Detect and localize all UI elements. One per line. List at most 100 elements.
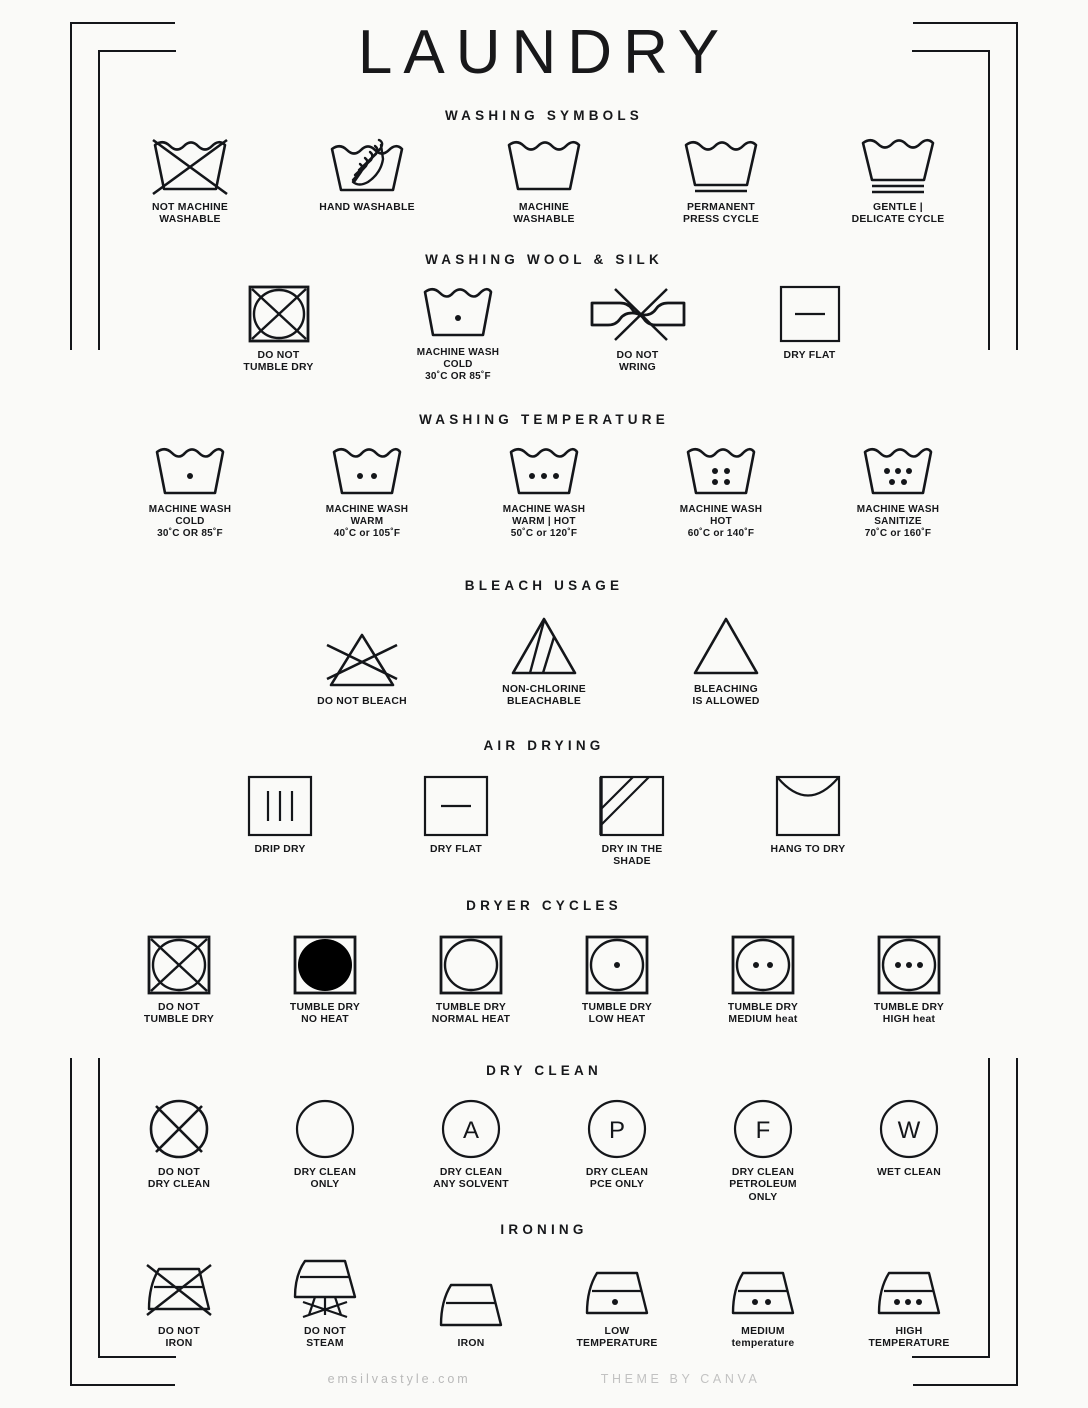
symbol-row: NOT MACHINE WASHABLE HAND WASHABLE MACHI… (0, 137, 1088, 227)
poster: LAUNDRY WASHING SYMBOLS NOT MACHINE WASH… (0, 0, 1088, 1408)
symbol-do-not-tumble-dry[interactable]: DO NOT TUMBLE DRY (124, 935, 234, 1027)
symbol-not-machine-washable[interactable]: NOT MACHINE WASHABLE (128, 137, 253, 227)
square-circle-one-dot-icon (585, 935, 649, 995)
symbol-label: DRY FLAT (429, 844, 483, 855)
symbol-hang-to-dry[interactable]: HANG TO DRY (753, 775, 863, 856)
circle-p-icon: P (586, 1098, 648, 1160)
symbol-tumble-dry-high[interactable]: TUMBLE DRY HIGH heat (854, 935, 964, 1027)
symbol-bleaching-allowed[interactable]: BLEACHING IS ALLOWED (666, 615, 786, 709)
symbol-dry-clean-only[interactable]: DRY CLEAN ONLY (270, 1098, 380, 1192)
symbol-permanent-press[interactable]: PERMANENT PRESS CYCLE (659, 137, 784, 227)
section-heading: DRY CLEAN (486, 1063, 602, 1078)
footer-website[interactable]: emsilvastyle.com (328, 1372, 471, 1386)
symbol-iron-high[interactable]: HIGH TEMPERATURE (854, 1267, 964, 1351)
symbol-iron[interactable]: IRON (416, 1279, 526, 1350)
symbol-wash-sanitize[interactable]: MACHINE WASH SANITIZE 70˚C or 160˚F (836, 445, 961, 539)
symbol-gentle-delicate[interactable]: GENTLE | DELICATE CYCLE (836, 137, 961, 227)
circle-f-icon: F (732, 1098, 794, 1160)
symbol-dry-clean-pce[interactable]: P DRY CLEAN PCE ONLY (562, 1098, 672, 1192)
symbol-do-not-tumble-dry-wool[interactable]: DO NOT TUMBLE DRY (224, 285, 334, 375)
square-circle-two-dot-icon (731, 935, 795, 995)
triangle-striped-icon (499, 615, 589, 677)
circle-icon (294, 1098, 356, 1160)
symbol-row: DO NOT TUMBLE DRY TUMBLE DRY NO HEAT TUM… (0, 935, 1088, 1027)
symbol-label: WET CLEAN (876, 1167, 941, 1178)
symbol-iron-medium[interactable]: MEDIUM temperature (708, 1267, 818, 1351)
square-shade-icon (599, 775, 665, 837)
page-title: LAUNDRY (357, 18, 731, 87)
symbol-wash-warm-hot[interactable]: MACHINE WASH WARM | HOT 50˚C or 120˚F (482, 445, 607, 539)
triangle-icon (681, 615, 771, 677)
symbol-label: DO NOT TUMBLE DRY (243, 350, 314, 374)
symbol-label: IRON (457, 1338, 485, 1350)
symbol-label: DO NOT WRING (616, 350, 659, 374)
symbol-machine-wash-cold-wool[interactable]: MACHINE WASH COLD 30˚C OR 85˚F (396, 285, 521, 382)
basin-one-bar-icon (680, 137, 762, 195)
basin-three-dot-icon (506, 445, 582, 497)
symbol-drip-dry[interactable]: DRIP DRY (225, 775, 335, 856)
circle-crossed-icon (148, 1098, 210, 1160)
symbol-row: DO NOT IRON DO NOT STEAM IRON LOW TEMPER… (0, 1257, 1088, 1351)
symbol-label: TUMBLE DRY MEDIUM heat (727, 1002, 799, 1026)
symbol-machine-washable[interactable]: MACHINE WASHABLE (482, 137, 607, 227)
symbol-label: MACHINE WASH WARM | HOT 50˚C or 120˚F (502, 504, 586, 539)
symbol-do-not-wring[interactable]: DO NOT WRING (583, 285, 693, 375)
symbol-iron-low[interactable]: LOW TEMPERATURE (562, 1267, 672, 1351)
symbol-dry-clean-petroleum[interactable]: F DRY CLEAN PETROLEUM ONLY (708, 1098, 818, 1204)
symbol-label: GENTLE | DELICATE CYCLE (851, 202, 945, 226)
square-circle-cross-icon (147, 935, 211, 995)
symbol-label: DRY CLEAN PCE ONLY (585, 1167, 649, 1191)
symbol-do-not-iron[interactable]: DO NOT IRON (124, 1259, 234, 1351)
symbol-dry-clean-any-solvent[interactable]: A DRY CLEAN ANY SOLVENT (416, 1098, 526, 1192)
symbol-wash-warm[interactable]: MACHINE WASH WARM 40˚C or 105˚F (305, 445, 430, 539)
symbol-row: DO NOT TUMBLE DRY MACHINE WASH COLD 30˚C… (0, 285, 1088, 382)
symbol-label: DRIP DRY (254, 844, 306, 855)
symbol-label: MACHINE WASH COLD 30˚C OR 85˚F (416, 347, 500, 382)
symbol-tumble-dry-low[interactable]: TUMBLE DRY LOW HEAT (562, 935, 672, 1027)
symbol-tumble-dry-no-heat[interactable]: TUMBLE DRY NO HEAT (270, 935, 380, 1027)
symbol-label: TUMBLE DRY HIGH heat (873, 1002, 945, 1026)
symbol-label: TUMBLE DRY LOW HEAT (581, 1002, 653, 1026)
triangle-crossed-icon (317, 627, 407, 689)
svg-text:F: F (756, 1117, 771, 1144)
footer: emsilvastyle.com THEME BY CANVA (0, 1372, 1088, 1386)
symbol-non-chlorine-bleach[interactable]: NON-CHLORINE BLEACHABLE (484, 615, 604, 709)
section-dryer-cycles: DRYER CYCLES DO NOT TUMBLE DRY TUMBLE DR… (0, 898, 1088, 1027)
square-circle-cross-icon (248, 285, 310, 343)
svg-text:P: P (609, 1117, 625, 1144)
symbol-row: MACHINE WASH COLD 30˚C OR 85˚F MACHINE W… (0, 445, 1088, 539)
section-heading: BLEACH USAGE (464, 578, 624, 593)
symbol-label: PERMANENT PRESS CYCLE (682, 202, 760, 226)
section-heading: WASHING SYMBOLS (444, 108, 643, 123)
symbol-wash-cold[interactable]: MACHINE WASH COLD 30˚C OR 85˚F (128, 445, 253, 539)
svg-text:W: W (898, 1117, 921, 1144)
symbol-tumble-dry-medium[interactable]: TUMBLE DRY MEDIUM heat (708, 935, 818, 1027)
symbol-label: HIGH TEMPERATURE (868, 1326, 950, 1350)
symbol-do-not-dry-clean[interactable]: DO NOT DRY CLEAN (124, 1098, 234, 1192)
circle-w-icon: W (878, 1098, 940, 1160)
section-bleach-usage: BLEACH USAGE DO NOT BLEACH NON-CHLORINE … (0, 578, 1088, 709)
symbol-dry-flat-wool[interactable]: DRY FLAT (755, 285, 865, 362)
symbol-do-not-bleach[interactable]: DO NOT BLEACH (302, 627, 422, 708)
symbol-tumble-dry-normal[interactable]: TUMBLE DRY NORMAL HEAT (416, 935, 526, 1027)
symbol-dry-in-shade[interactable]: DRY IN THE SHADE (577, 775, 687, 869)
symbol-label: MACHINE WASH HOT 60˚C or 140˚F (679, 504, 763, 539)
symbol-do-not-steam[interactable]: DO NOT STEAM (270, 1257, 380, 1351)
symbol-label: MEDIUM temperature (731, 1326, 795, 1350)
symbol-wash-hot[interactable]: MACHINE WASH HOT 60˚C or 140˚F (659, 445, 784, 539)
symbol-dry-flat-air[interactable]: DRY FLAT (401, 775, 511, 856)
square-circle-icon (439, 935, 503, 995)
symbol-hand-washable[interactable]: HAND WASHABLE (305, 137, 430, 214)
symbol-label: DRY CLEAN ONLY (293, 1167, 357, 1191)
basin-two-bar-icon (857, 137, 939, 195)
section-washing-symbols: WASHING SYMBOLS NOT MACHINE WASHABLE HAN… (0, 108, 1088, 227)
symbol-label: DRY IN THE SHADE (601, 844, 663, 868)
symbol-row: DO NOT BLEACH NON-CHLORINE BLEACHABLE BL… (0, 615, 1088, 709)
symbol-label: DO NOT STEAM (304, 1326, 346, 1350)
section-air-drying: AIR DRYING DRIP DRY DRY FLAT DRY IN THE … (0, 738, 1088, 869)
square-bar-icon (779, 285, 841, 343)
basin-four-dot-icon (683, 445, 759, 497)
symbol-label: DO NOT DRY CLEAN (147, 1167, 211, 1191)
section-washing-temperature: WASHING TEMPERATURE MACHINE WASH COLD 30… (0, 412, 1088, 539)
symbol-wet-clean[interactable]: W WET CLEAN (854, 1098, 964, 1179)
